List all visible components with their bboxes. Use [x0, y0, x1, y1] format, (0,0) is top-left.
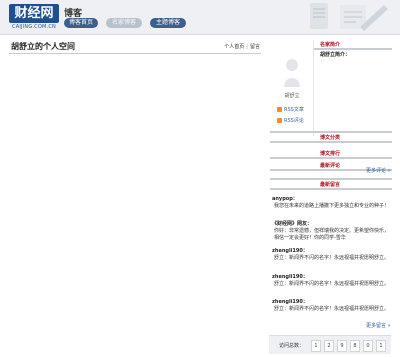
- author-name: 胡舒立: [284, 93, 300, 99]
- visit-counter-label: 访问总数：: [279, 343, 305, 349]
- profile-label: 胡舒立简介：: [320, 52, 351, 58]
- avatar-icon: [284, 59, 300, 87]
- rss-comment-link[interactable]: RSS评论: [277, 117, 304, 124]
- nav-tab-blog-home[interactable]: 博客首页: [64, 18, 98, 28]
- message-item: zhengli190： 舒立：新闻界不闪的名字！永远视福并祝愿明舒立。: [272, 274, 390, 288]
- personal-home-link[interactable]: 个人首页: [224, 44, 244, 50]
- visit-digit: 8: [350, 340, 360, 352]
- rss-article-link[interactable]: RSS文章: [277, 106, 304, 113]
- profile-rule: [314, 48, 392, 50]
- message-author[interactable]: 《财经网》网友：: [272, 221, 390, 228]
- visit-digit: 1: [376, 340, 386, 352]
- message-item: zhengli190： 舒立：新闻界不闪的名字！永远视福并祝愿明舒立。: [272, 299, 390, 313]
- message-item: anypop： 我您在未来的道路上播撒下更多独立和专业的种子！: [272, 196, 390, 210]
- rss-comment-label: RSS评论: [284, 118, 304, 124]
- message-item: 《财经网》网友： 你好：非常遗憾，但祥瑞我的决定。更希望你快乐，相信一定会更好！…: [272, 221, 390, 242]
- rule-ranking: [270, 157, 392, 159]
- space-links: 个人首页 | 留言: [224, 43, 260, 50]
- message-author[interactable]: zhengli190：: [272, 299, 390, 306]
- message-author[interactable]: zhengli190：: [272, 248, 390, 255]
- rule-latest-messages-top: [270, 178, 392, 180]
- rule-categories-top: [270, 131, 392, 133]
- rss-article-label: RSS文章: [284, 107, 304, 113]
- logo-mark: 财经网: [9, 4, 59, 23]
- nav-tab-famous-blogs[interactable]: 名家博客: [106, 18, 142, 28]
- content-divider: [9, 53, 261, 54]
- message-text: 我您在未来的道路上播撒下更多独立和专业的种子！: [274, 203, 390, 209]
- more-messages-link[interactable]: 更多留言 »: [366, 322, 391, 329]
- rule-latest-messages-bottom: [270, 188, 392, 190]
- message-link[interactable]: 留言: [250, 44, 260, 50]
- visit-digit: 2: [324, 340, 334, 352]
- heading-latest-messages: 最新留言: [320, 182, 341, 188]
- rule-categories-bottom: [270, 141, 392, 143]
- logo-domain: CAIJING.COM.CN: [12, 24, 56, 30]
- top-bar: 财经网 CAIJING.COM.CN 博客 博客首页 名家博客 主题博客: [0, 0, 400, 35]
- visit-digit: 9: [337, 340, 347, 352]
- site-logo[interactable]: 财经网 CAIJING.COM.CN: [9, 4, 59, 31]
- heading-profile: 名家简介: [320, 42, 341, 48]
- visit-counter: 访问总数： 1 2 9 8 0 1: [269, 335, 391, 354]
- message-text: 舒立：新闻界不闪的名字！永远视福并祝愿明舒立。: [274, 255, 390, 261]
- rss-icon: [277, 118, 282, 123]
- more-comments-link[interactable]: 更多评论 »: [366, 167, 391, 174]
- message-item: zhengli190： 舒立：新闻界不闪的名字！永远视福并祝愿明舒立。: [272, 248, 390, 262]
- heading-ranking: 博文排行: [320, 151, 341, 157]
- visit-digit: 1: [311, 340, 321, 352]
- message-text: 舒立：新闻界不闪的名字！永远视福并祝愿明舒立。: [274, 306, 390, 312]
- heading-categories: 博文分类: [320, 135, 341, 141]
- nav-tab-topic-blogs[interactable]: 主题博客: [150, 18, 186, 28]
- space-title: 胡舒立的个人空间: [11, 42, 75, 51]
- rss-icon: [277, 107, 282, 112]
- link-separator: |: [246, 44, 248, 50]
- message-author[interactable]: zhengli190：: [272, 274, 390, 281]
- message-text: 你好：非常遗憾，但祥瑞我的决定。更希望你快乐，相信一定会更好！你的同学-雪华: [274, 228, 390, 241]
- heading-latest-comments: 最新评论: [320, 163, 341, 169]
- message-author[interactable]: anypop：: [272, 196, 390, 203]
- header-decoration-icon: [310, 3, 388, 31]
- visit-digit: 0: [363, 340, 373, 352]
- message-text: 舒立：新闻界不闪的名字！永远视福并祝愿明舒立。: [274, 281, 390, 287]
